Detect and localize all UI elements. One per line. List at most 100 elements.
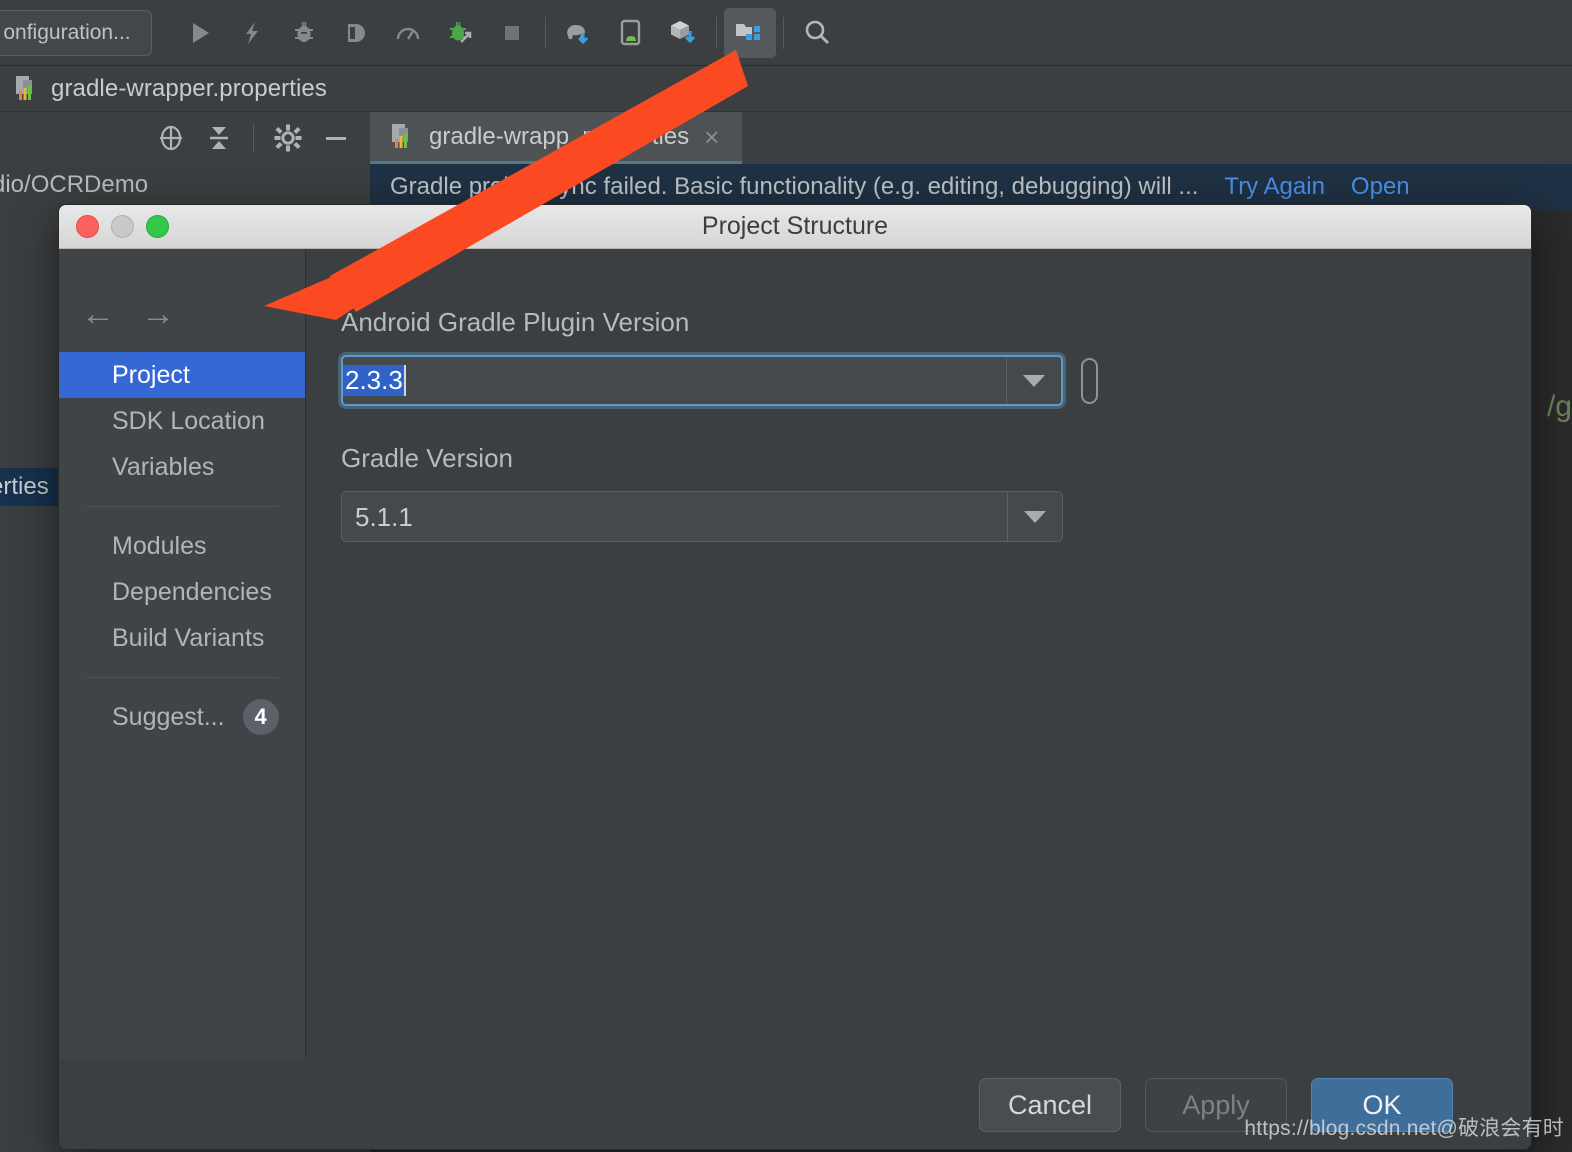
sync-gradle-button[interactable] bbox=[553, 8, 605, 58]
stop-button[interactable] bbox=[486, 8, 538, 58]
banner-open-link[interactable]: Open bbox=[1351, 173, 1410, 201]
dialog-titlebar: Project Structure bbox=[59, 205, 1531, 249]
select-opened-file-icon bbox=[160, 125, 182, 151]
close-icon[interactable]: × bbox=[704, 124, 719, 150]
gradle-file-icon bbox=[392, 123, 408, 148]
apply-button-label: Apply bbox=[1182, 1089, 1250, 1120]
dialog-content-pane: Android Gradle Plugin Version 2.3.3 Grad… bbox=[306, 249, 1531, 1103]
agp-version-label: Android Gradle Plugin Version bbox=[341, 307, 690, 337]
sidebar-item-sdk-location[interactable]: SDK Location bbox=[59, 398, 305, 444]
sidebar-item-label: Dependencies bbox=[112, 577, 272, 606]
chevron-down-icon bbox=[1024, 510, 1046, 523]
android-tools-group bbox=[553, 8, 709, 58]
sidebar-divider-2 bbox=[85, 677, 279, 678]
gradle-elephant-sync-icon bbox=[567, 24, 589, 44]
run-controls-group bbox=[174, 8, 538, 58]
forward-arrow-icon[interactable]: → bbox=[141, 297, 175, 331]
sidebar-item-label: Modules bbox=[112, 531, 207, 560]
run-with-coverage-button[interactable] bbox=[330, 8, 382, 58]
coverage-icon bbox=[348, 23, 365, 42]
breadcrumb[interactable]: gradle-wrapper.properties bbox=[0, 66, 1572, 112]
watermark: https://blog.csdn.net@破浪会有时 bbox=[1244, 1117, 1564, 1140]
dialog-body: ← → Project SDK Location Variables Modul… bbox=[59, 249, 1531, 1149]
toolbar-divider-2 bbox=[716, 16, 717, 49]
dialog-sidebar: ← → Project SDK Location Variables Modul… bbox=[59, 249, 306, 1103]
sidebar-item-project[interactable]: Project bbox=[59, 352, 305, 398]
toolbar-divider-3 bbox=[783, 16, 784, 49]
panel-settings-button[interactable] bbox=[268, 118, 308, 158]
bug-icon bbox=[295, 21, 313, 42]
gradle-version-dropdown-button[interactable] bbox=[1007, 492, 1062, 541]
project-panel-toolbar bbox=[0, 112, 370, 164]
back-arrow-icon[interactable]: ← bbox=[81, 297, 115, 331]
tab-gradle-wrapper-properties[interactable]: gradle-wrapp .properties × bbox=[370, 112, 742, 164]
tree-selected-label: erties bbox=[0, 473, 49, 500]
cancel-button-label: Cancel bbox=[1007, 1089, 1093, 1120]
sidebar-divider-1 bbox=[85, 506, 279, 507]
agp-version-combobox[interactable]: 2.3.3 bbox=[341, 355, 1063, 406]
gradle-version-value: 5.1.1 bbox=[355, 501, 413, 532]
agp-version-field-block: Android Gradle Plugin Version 2.3.3 bbox=[306, 249, 1531, 406]
sidebar-group-3: Suggest... 4 bbox=[59, 694, 305, 740]
agp-version-row: 2.3.3 bbox=[341, 355, 1531, 406]
sidebar-item-suggestions[interactable]: Suggest... 4 bbox=[59, 694, 305, 740]
profiler-button[interactable] bbox=[382, 8, 434, 58]
sidebar-item-modules[interactable]: Modules bbox=[59, 523, 305, 569]
sdk-manager-button[interactable] bbox=[657, 8, 709, 58]
banner-try-again-link[interactable]: Try Again bbox=[1224, 173, 1325, 201]
search-icon bbox=[805, 20, 829, 44]
run-configuration-selector[interactable]: onfiguration... bbox=[0, 9, 152, 56]
cancel-button[interactable]: Cancel bbox=[979, 1078, 1121, 1132]
sdk-cube-download-icon bbox=[671, 20, 696, 43]
agp-version-dropdown-button[interactable] bbox=[1006, 357, 1061, 404]
project-path-row: dio/OCRDemo bbox=[0, 164, 370, 206]
tree-selected-item[interactable]: erties bbox=[0, 468, 60, 506]
sidebar-item-label: Project bbox=[112, 360, 190, 389]
sidebar-item-label: Variables bbox=[112, 452, 215, 481]
editor-tab-strip: gradle-wrapp .properties × bbox=[370, 112, 1572, 164]
sidebar-item-dependencies[interactable]: Dependencies bbox=[59, 569, 305, 615]
apply-changes-button[interactable] bbox=[226, 8, 278, 58]
run-button[interactable] bbox=[174, 8, 226, 58]
toolbar-divider bbox=[545, 16, 546, 49]
panel-divider bbox=[253, 124, 254, 152]
hide-panel-icon bbox=[326, 137, 346, 140]
avd-manager-button[interactable] bbox=[605, 8, 657, 58]
project-path-label: dio/OCRDemo bbox=[0, 171, 149, 198]
attach-debugger-button[interactable] bbox=[434, 8, 486, 58]
dialog-title: Project Structure bbox=[701, 212, 889, 240]
sidebar-item-label: Suggest... bbox=[112, 702, 225, 731]
profiler-icon bbox=[396, 27, 420, 40]
editor-code-snippet: /g bbox=[1546, 390, 1572, 423]
sidebar-item-build-variants[interactable]: Build Variants bbox=[59, 615, 305, 661]
project-structure-dialog: Project Structure ← → Project SDK Locati… bbox=[58, 204, 1532, 1150]
sidebar-group-2: Modules Dependencies Build Variants bbox=[59, 523, 305, 661]
tab-label: gradle-wrapp .properties bbox=[429, 122, 690, 150]
sidebar-group-1: Project SDK Location Variables bbox=[59, 352, 305, 490]
green-bug-arrow-icon bbox=[450, 21, 472, 43]
chevron-down-icon bbox=[1023, 374, 1045, 387]
search-everywhere-button[interactable] bbox=[791, 8, 843, 58]
sidebar-item-label: SDK Location bbox=[112, 406, 265, 435]
main-toolbar: onfiguration... bbox=[0, 0, 1572, 66]
breadcrumb-file-label: gradle-wrapper.properties bbox=[51, 74, 327, 102]
select-opened-file-button[interactable] bbox=[151, 118, 191, 158]
play-icon bbox=[193, 22, 209, 43]
gradle-version-label: Gradle Version bbox=[341, 443, 513, 473]
hide-panel-button[interactable] bbox=[316, 118, 356, 158]
stop-square-icon bbox=[505, 25, 519, 40]
android-device-icon bbox=[620, 19, 641, 45]
project-structure-button[interactable] bbox=[724, 7, 776, 58]
collapse-all-button[interactable] bbox=[199, 118, 239, 158]
gradle-version-combobox[interactable]: 5.1.1 bbox=[341, 491, 1063, 542]
dialog-nav-arrows: ← → bbox=[59, 249, 305, 331]
gradle-file-icon bbox=[16, 75, 32, 100]
status-badge: 4 bbox=[242, 699, 279, 735]
lightning-icon bbox=[246, 21, 258, 44]
project-structure-folder-icon bbox=[736, 23, 760, 40]
screenshot-root: onfiguration... gradle-wrapper.propertie… bbox=[0, 0, 1572, 1152]
agp-version-info-button[interactable] bbox=[1081, 357, 1098, 404]
sidebar-item-label: Build Variants bbox=[112, 623, 265, 652]
debug-button[interactable] bbox=[278, 8, 330, 58]
sidebar-item-variables[interactable]: Variables bbox=[59, 444, 305, 490]
